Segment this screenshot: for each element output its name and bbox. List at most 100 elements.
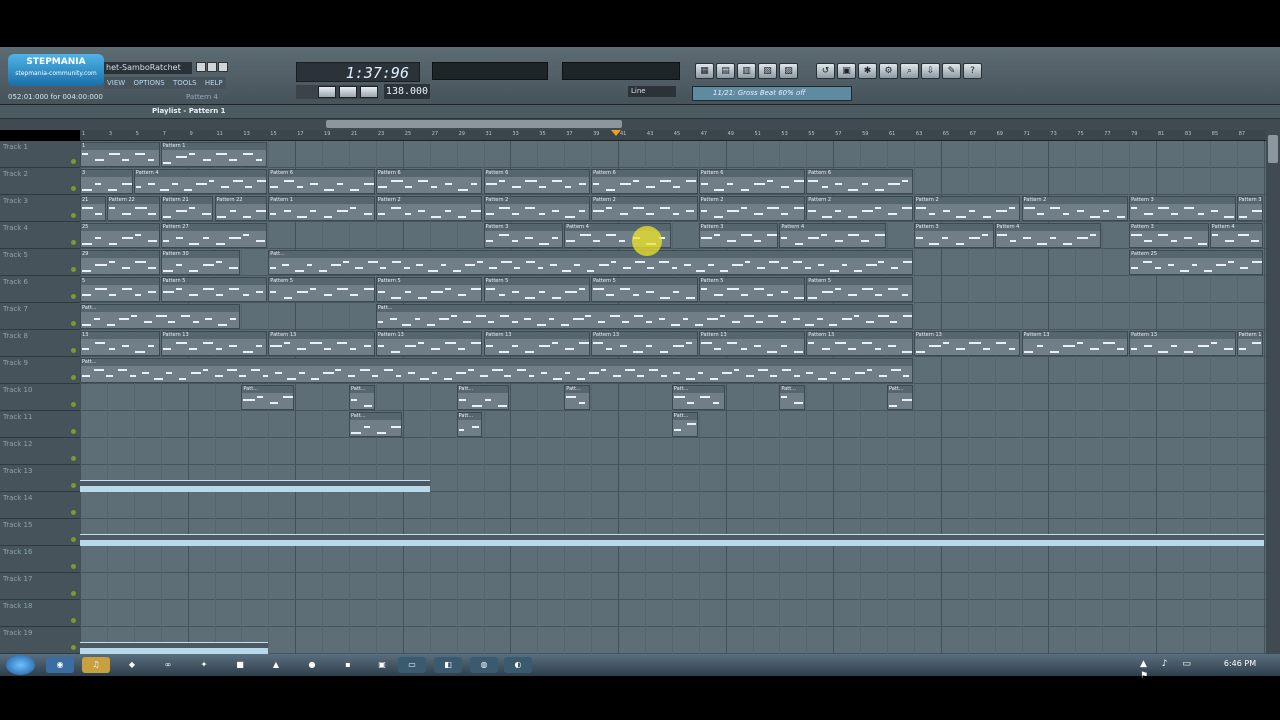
pattern-clip[interactable]: Pattern 4 bbox=[994, 223, 1102, 248]
track-lane[interactable] bbox=[80, 573, 1266, 600]
pattern-clip[interactable]: Pattern 5 bbox=[268, 277, 375, 302]
pattern-clip[interactable]: Pattern 2 bbox=[698, 196, 806, 221]
track-mute-led-icon[interactable] bbox=[71, 240, 76, 245]
track-name[interactable]: Track 17 bbox=[0, 573, 80, 600]
pattern-clip[interactable]: Pattern 13 bbox=[1021, 331, 1129, 356]
pattern-clip[interactable]: Patt... bbox=[349, 412, 402, 437]
pattern-clip[interactable]: Pattern 2 bbox=[591, 196, 698, 221]
pattern-clip[interactable]: Pattern 21 bbox=[160, 196, 214, 221]
pattern-selector[interactable]: Pattern 4 bbox=[186, 93, 230, 102]
track-mute-led-icon[interactable] bbox=[71, 429, 76, 434]
track-name[interactable]: Track 7 bbox=[0, 303, 80, 330]
pattern-clip[interactable]: Pattern 3 bbox=[1129, 196, 1236, 221]
piano-roll-icon[interactable]: ▥ bbox=[737, 63, 756, 79]
pattern-clip[interactable]: 3 bbox=[80, 169, 133, 194]
app-taskbar-icon-1[interactable]: ◆ bbox=[118, 657, 146, 673]
track-name[interactable]: Track 14 bbox=[0, 492, 80, 519]
browser-icon[interactable]: ▧ bbox=[758, 63, 777, 79]
pattern-clip[interactable]: Pattern 2 bbox=[483, 196, 591, 221]
track-name[interactable]: Track 2 bbox=[0, 168, 80, 195]
pattern-clip[interactable]: Pattern 22 bbox=[214, 196, 268, 221]
track-mute-led-icon[interactable] bbox=[71, 348, 76, 353]
step-sequencer-icon[interactable]: ▤ bbox=[716, 63, 735, 79]
pattern-clip[interactable]: Pattern 30 bbox=[160, 250, 241, 275]
pattern-clip[interactable]: 21 bbox=[80, 196, 106, 221]
pattern-clip[interactable]: Pattern 4 bbox=[779, 223, 886, 248]
pattern-clip[interactable]: Pattern 6 bbox=[268, 169, 375, 194]
pattern-clip[interactable]: Pattern 2 bbox=[806, 196, 913, 221]
pattern-clip[interactable]: Pattern 13 bbox=[375, 331, 483, 356]
pattern-clip[interactable]: Pattern 5 bbox=[160, 277, 268, 302]
pattern-clip[interactable]: Pattern 1 bbox=[160, 142, 268, 167]
pattern-clip[interactable]: Patt... bbox=[268, 250, 913, 275]
undo-icon[interactable]: ↺ bbox=[816, 63, 835, 79]
menu-help[interactable]: HELP bbox=[205, 79, 223, 87]
track-name[interactable]: Track 4 bbox=[0, 222, 80, 249]
track-name[interactable]: Track 3 bbox=[0, 195, 80, 222]
pattern-clip[interactable]: Pattern 4 bbox=[1209, 223, 1263, 248]
pause-button[interactable] bbox=[318, 86, 336, 98]
mixer-icon[interactable]: ▨ bbox=[779, 63, 798, 79]
pattern-clip[interactable]: Patt... bbox=[241, 385, 295, 410]
pattern-clip[interactable]: Pattern 13 bbox=[268, 331, 375, 356]
menu-tools[interactable]: TOOLS bbox=[173, 79, 197, 87]
track-mute-led-icon[interactable] bbox=[71, 483, 76, 488]
track-name[interactable]: Track 9 bbox=[0, 357, 80, 384]
vertical-scroll-thumb[interactable] bbox=[1268, 135, 1278, 163]
horizontal-scrollbar[interactable] bbox=[326, 120, 622, 128]
fl-studio-taskbar-icon[interactable]: ♫ bbox=[82, 657, 110, 673]
pattern-clip[interactable]: Patt... bbox=[80, 358, 913, 383]
pattern-clip[interactable]: 29 bbox=[80, 250, 160, 275]
pattern-clip[interactable]: Pattern 13 bbox=[1236, 331, 1263, 356]
pattern-clip[interactable]: Patt... bbox=[671, 412, 698, 437]
app-taskbar-icon-7[interactable]: ▪ bbox=[334, 657, 362, 673]
close-button[interactable] bbox=[218, 62, 228, 72]
pattern-clip[interactable]: Patt... bbox=[564, 385, 591, 410]
settings-icon[interactable]: ⚙ bbox=[879, 63, 898, 79]
pattern-clip[interactable]: Patt... bbox=[349, 385, 375, 410]
track-name[interactable]: Track 16 bbox=[0, 546, 80, 573]
pattern-clip[interactable]: Pattern 3 bbox=[913, 223, 994, 248]
playlist-tool-icon[interactable]: ▦ bbox=[695, 63, 714, 79]
playhead-marker[interactable] bbox=[611, 130, 621, 136]
vertical-scrollbar[interactable] bbox=[1266, 130, 1280, 654]
pattern-clip[interactable]: Pattern 25 bbox=[1129, 250, 1263, 275]
pattern-clip[interactable]: Patt... bbox=[375, 304, 913, 329]
wrench-icon[interactable]: ✎ bbox=[942, 63, 961, 79]
minimize-button[interactable] bbox=[196, 62, 206, 72]
pattern-clip[interactable]: Pattern 2 bbox=[1021, 196, 1129, 221]
automation-clip[interactable] bbox=[80, 534, 1264, 546]
pattern-clip[interactable]: Pattern 1 bbox=[268, 196, 375, 221]
track-lane[interactable] bbox=[80, 600, 1266, 627]
chrome-taskbar-icon[interactable]: ◉ bbox=[46, 657, 74, 673]
pattern-clip[interactable]: Pattern 13 bbox=[483, 331, 591, 356]
app-taskbar-icon-11[interactable]: ◐ bbox=[504, 657, 532, 673]
menu-view[interactable]: VIEW bbox=[107, 79, 125, 87]
record-button[interactable] bbox=[360, 86, 378, 98]
search-icon[interactable]: ⌕ bbox=[900, 63, 919, 79]
track-name[interactable]: Track 19 bbox=[0, 627, 80, 654]
automation-clip[interactable] bbox=[80, 642, 269, 654]
track-name[interactable]: Track 5 bbox=[0, 249, 80, 276]
automation-clip[interactable] bbox=[80, 480, 430, 492]
pattern-clip[interactable]: Pattern 4 bbox=[133, 169, 268, 194]
track-mute-led-icon[interactable] bbox=[71, 456, 76, 461]
start-button[interactable] bbox=[6, 655, 35, 675]
app-taskbar-icon-2[interactable]: ∞ bbox=[154, 657, 182, 673]
pattern-clip[interactable]: Patt... bbox=[80, 304, 241, 329]
track-mute-led-icon[interactable] bbox=[71, 645, 76, 650]
track-name[interactable]: Track 13 bbox=[0, 465, 80, 492]
track-name[interactable]: Track 18 bbox=[0, 600, 80, 627]
tempo-display[interactable]: 138.000 bbox=[384, 84, 430, 99]
track-mute-led-icon[interactable] bbox=[71, 321, 76, 326]
pattern-clip[interactable]: Pattern 3 bbox=[483, 223, 564, 248]
pattern-clip[interactable]: Patt... bbox=[779, 385, 806, 410]
stop-button[interactable] bbox=[339, 86, 357, 98]
track-lane[interactable] bbox=[80, 438, 1266, 465]
pattern-clip[interactable]: Pattern 5 bbox=[483, 277, 591, 302]
pattern-clip[interactable]: 25 bbox=[80, 223, 160, 248]
system-tray[interactable]: ▲ ♪ ▭ ⚑ bbox=[1140, 658, 1216, 681]
track-mute-led-icon[interactable] bbox=[71, 213, 76, 218]
help-icon[interactable]: ? bbox=[963, 63, 982, 79]
pattern-clip[interactable]: Pattern 5 bbox=[806, 277, 913, 302]
